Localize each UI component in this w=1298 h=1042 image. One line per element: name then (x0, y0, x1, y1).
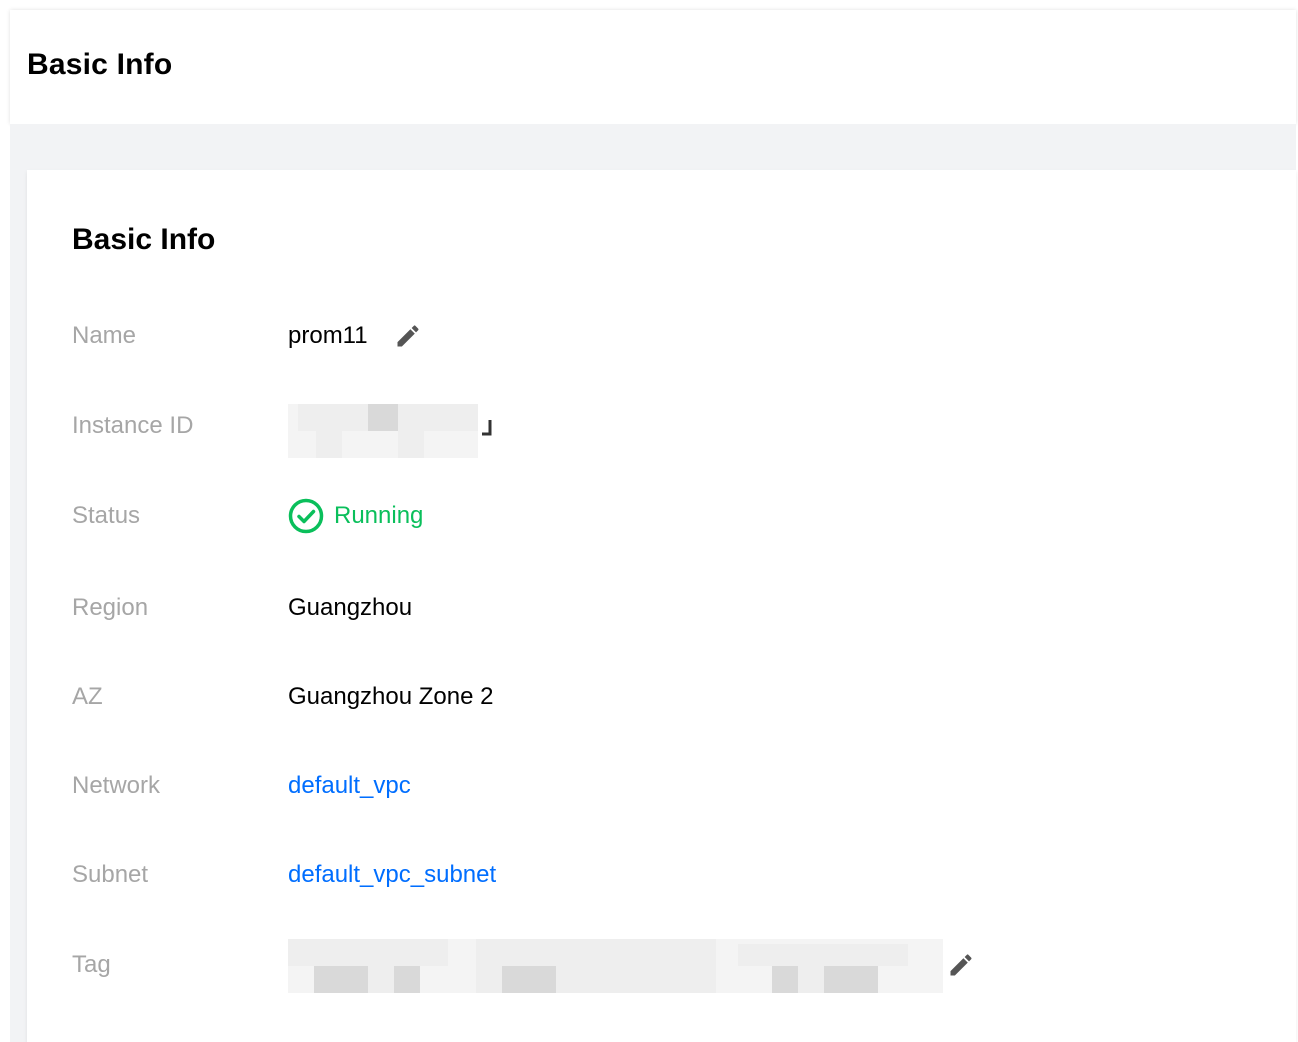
subnet-row: Subnet default_vpc_subnet (27, 855, 1227, 895)
tag-label: Tag (72, 951, 111, 978)
az-row: AZ Guangzhou Zone 2 (27, 677, 1227, 717)
region-label: Region (72, 594, 149, 621)
instance-id-row: Instance ID (27, 404, 1227, 458)
page: Basic Info Basic Info Name prom11 Instan… (0, 0, 1298, 1042)
name-value-container: prom11 (288, 316, 422, 356)
instance-id-label: Instance ID (72, 412, 194, 439)
name-row: Name prom11 (27, 316, 1227, 356)
page-title: Basic Info (27, 48, 173, 81)
network-row: Network default_vpc (27, 766, 1227, 806)
name-value: prom11 (288, 322, 368, 349)
subnet-link[interactable]: default_vpc_subnet (288, 855, 496, 895)
az-label: AZ (72, 683, 103, 710)
subnet-label: Subnet (72, 861, 149, 888)
check-circle-icon (288, 498, 324, 534)
tag-row: Tag (27, 939, 1227, 993)
status-row: Status Running (27, 496, 1227, 536)
status-label: Status (72, 502, 141, 529)
status-value: Running (334, 502, 424, 529)
page-header: Basic Info (10, 10, 1296, 124)
az-value: Guangzhou Zone 2 (288, 683, 494, 710)
region-row: Region Guangzhou (27, 588, 1227, 628)
region-value: Guangzhou (288, 594, 413, 621)
tag-value-obscured (288, 939, 948, 993)
edit-tag-icon[interactable] (947, 951, 975, 979)
card-title: Basic Info (72, 223, 216, 256)
network-label: Network (72, 772, 161, 799)
copy-icon[interactable] (479, 416, 495, 438)
network-link[interactable]: default_vpc (288, 766, 411, 806)
edit-name-icon[interactable] (394, 322, 422, 350)
name-label: Name (72, 322, 137, 349)
status-value-container: Running (288, 496, 423, 536)
basic-info-card: Basic Info Name prom11 Instance ID Statu… (27, 170, 1296, 1042)
